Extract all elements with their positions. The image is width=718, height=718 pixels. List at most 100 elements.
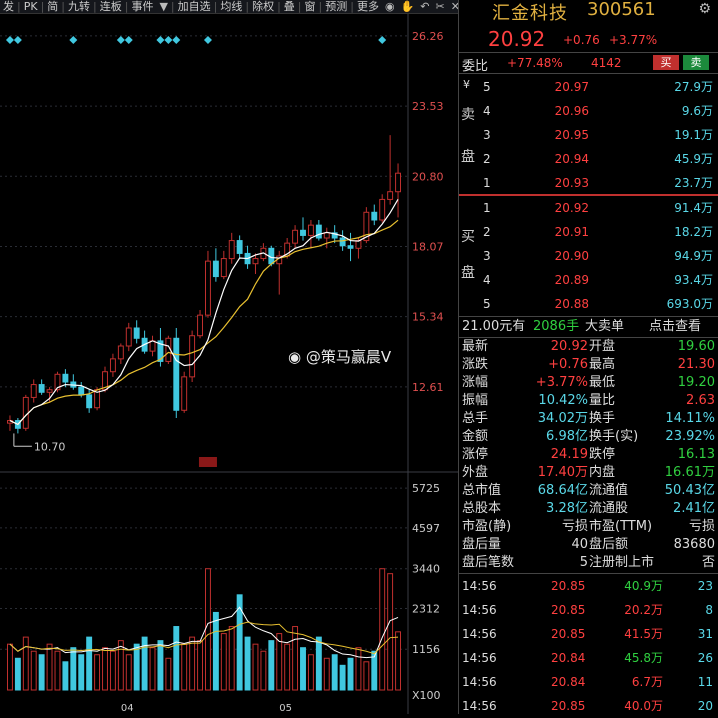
volume-bar[interactable] xyxy=(117,640,124,691)
volume-bar[interactable] xyxy=(228,626,235,691)
toolbar-item2-6[interactable]: 更多 xyxy=(354,0,382,13)
volume-bar[interactable] xyxy=(331,654,338,691)
volume-bar[interactable] xyxy=(181,643,188,691)
sell-level-row[interactable]: 4 20.96 9.6万 xyxy=(459,100,718,122)
toolbar-item-0[interactable]: 发 xyxy=(0,0,17,13)
candle[interactable] xyxy=(395,172,401,193)
volume-bar[interactable] xyxy=(86,636,93,691)
volume-bar[interactable] xyxy=(30,650,37,691)
volume-bar[interactable] xyxy=(157,640,164,691)
signal-diamond-icon[interactable] xyxy=(69,36,78,44)
signal-diamond-icon[interactable] xyxy=(124,36,133,44)
toolbar-item-1[interactable]: PK xyxy=(21,0,41,13)
candle[interactable] xyxy=(133,327,140,339)
candle[interactable] xyxy=(30,384,37,398)
volume-bar[interactable] xyxy=(189,636,196,691)
hand-icon[interactable]: ✋ xyxy=(398,0,418,13)
toolbar-item-2[interactable]: 简 xyxy=(44,0,61,13)
candle[interactable] xyxy=(228,240,235,260)
volume-bar[interactable] xyxy=(307,654,314,691)
volume-bar[interactable] xyxy=(379,568,386,691)
volume-bar[interactable] xyxy=(212,611,219,691)
sell-level-row[interactable]: 5 20.97 27.9万 xyxy=(459,76,718,98)
signal-diamond-icon[interactable] xyxy=(5,36,14,44)
buy-level-row[interactable]: 2 20.91 18.2万 xyxy=(459,221,718,243)
toolbar-item2-4[interactable]: 窗 xyxy=(302,0,319,13)
volume-bar[interactable] xyxy=(54,650,61,691)
candle[interactable] xyxy=(387,191,394,200)
volume-bar[interactable] xyxy=(38,654,45,691)
volume-bar[interactable] xyxy=(7,643,13,691)
volume-bar[interactable] xyxy=(149,647,156,691)
volume-bar[interactable] xyxy=(125,654,132,691)
volume-bar[interactable] xyxy=(46,643,53,691)
candle[interactable] xyxy=(181,376,188,411)
volume-bar[interactable] xyxy=(339,664,346,691)
candle[interactable] xyxy=(38,384,45,393)
candle[interactable] xyxy=(173,337,180,411)
candle[interactable] xyxy=(109,358,116,373)
candle[interactable] xyxy=(46,389,53,393)
toolbar-item-3[interactable]: 九转 xyxy=(65,0,93,13)
volume-bar[interactable] xyxy=(109,650,116,691)
candle[interactable] xyxy=(300,229,306,236)
candle[interactable] xyxy=(117,345,124,360)
candle[interactable] xyxy=(86,394,93,409)
volume-bar[interactable] xyxy=(347,657,354,691)
view-link[interactable]: 点击查看 xyxy=(649,317,701,337)
candle[interactable] xyxy=(62,373,69,383)
signal-diamond-icon[interactable] xyxy=(116,36,125,44)
volume-bar[interactable] xyxy=(173,626,180,691)
signal-diamond-icon[interactable] xyxy=(378,36,387,44)
toolbar-item2-3[interactable]: 叠 xyxy=(281,0,298,13)
volume-bar[interactable] xyxy=(284,643,291,691)
candle[interactable] xyxy=(323,232,330,239)
signal-diamond-icon[interactable] xyxy=(156,36,165,44)
volume-bar[interactable] xyxy=(14,657,21,691)
undo-icon[interactable]: ↶ xyxy=(417,0,432,13)
volume-bar[interactable] xyxy=(102,647,108,691)
candle[interactable] xyxy=(292,229,299,244)
volume-bar[interactable] xyxy=(252,643,259,691)
volume-bar[interactable] xyxy=(292,626,299,691)
volume-bar[interactable] xyxy=(220,633,227,691)
candle[interactable] xyxy=(339,237,346,247)
candle[interactable] xyxy=(307,224,314,236)
volume-bar[interactable] xyxy=(363,661,370,691)
candle[interactable] xyxy=(220,258,227,278)
sell-level-row[interactable]: 3 20.95 19.1万 xyxy=(459,124,718,146)
volume-bar[interactable] xyxy=(133,643,140,691)
candle[interactable] xyxy=(315,224,322,239)
candle[interactable] xyxy=(205,260,211,316)
buy-button[interactable]: 买 xyxy=(653,55,679,70)
scissors-icon[interactable]: ✂ xyxy=(432,0,447,13)
signal-diamond-icon[interactable] xyxy=(164,36,173,44)
volume-bar[interactable] xyxy=(70,647,77,691)
candle[interactable] xyxy=(252,258,259,265)
caret-down-icon[interactable]: ▼ xyxy=(156,0,170,13)
candle[interactable] xyxy=(189,335,196,378)
candle[interactable] xyxy=(149,340,156,352)
sell-level-row[interactable]: 1 20.93 23.7万 xyxy=(459,172,718,194)
candle[interactable] xyxy=(22,396,29,429)
volume-bar[interactable] xyxy=(315,636,322,691)
volume-bar[interactable] xyxy=(22,636,29,691)
candle[interactable] xyxy=(371,211,378,221)
candle[interactable] xyxy=(197,314,203,337)
candle[interactable] xyxy=(347,245,354,249)
volume-bar[interactable] xyxy=(197,640,203,691)
signal-diamond-icon[interactable] xyxy=(203,36,212,44)
signal-diamond-icon[interactable] xyxy=(172,36,181,44)
volume-bar[interactable] xyxy=(355,647,362,691)
volume-bar[interactable] xyxy=(62,661,69,691)
gear-icon[interactable]: ⚙ xyxy=(698,1,711,17)
volume-bar[interactable] xyxy=(244,636,251,691)
buy-level-row[interactable]: 5 20.88 693.0万 xyxy=(459,293,718,315)
candle[interactable] xyxy=(379,198,386,221)
volume-bar[interactable] xyxy=(300,647,306,691)
candle[interactable] xyxy=(212,260,219,278)
candle[interactable] xyxy=(236,240,243,254)
buy-level-row[interactable]: 4 20.89 93.4万 xyxy=(459,269,718,291)
signal-diamond-icon[interactable] xyxy=(13,36,22,44)
volume-bar[interactable] xyxy=(165,657,172,691)
